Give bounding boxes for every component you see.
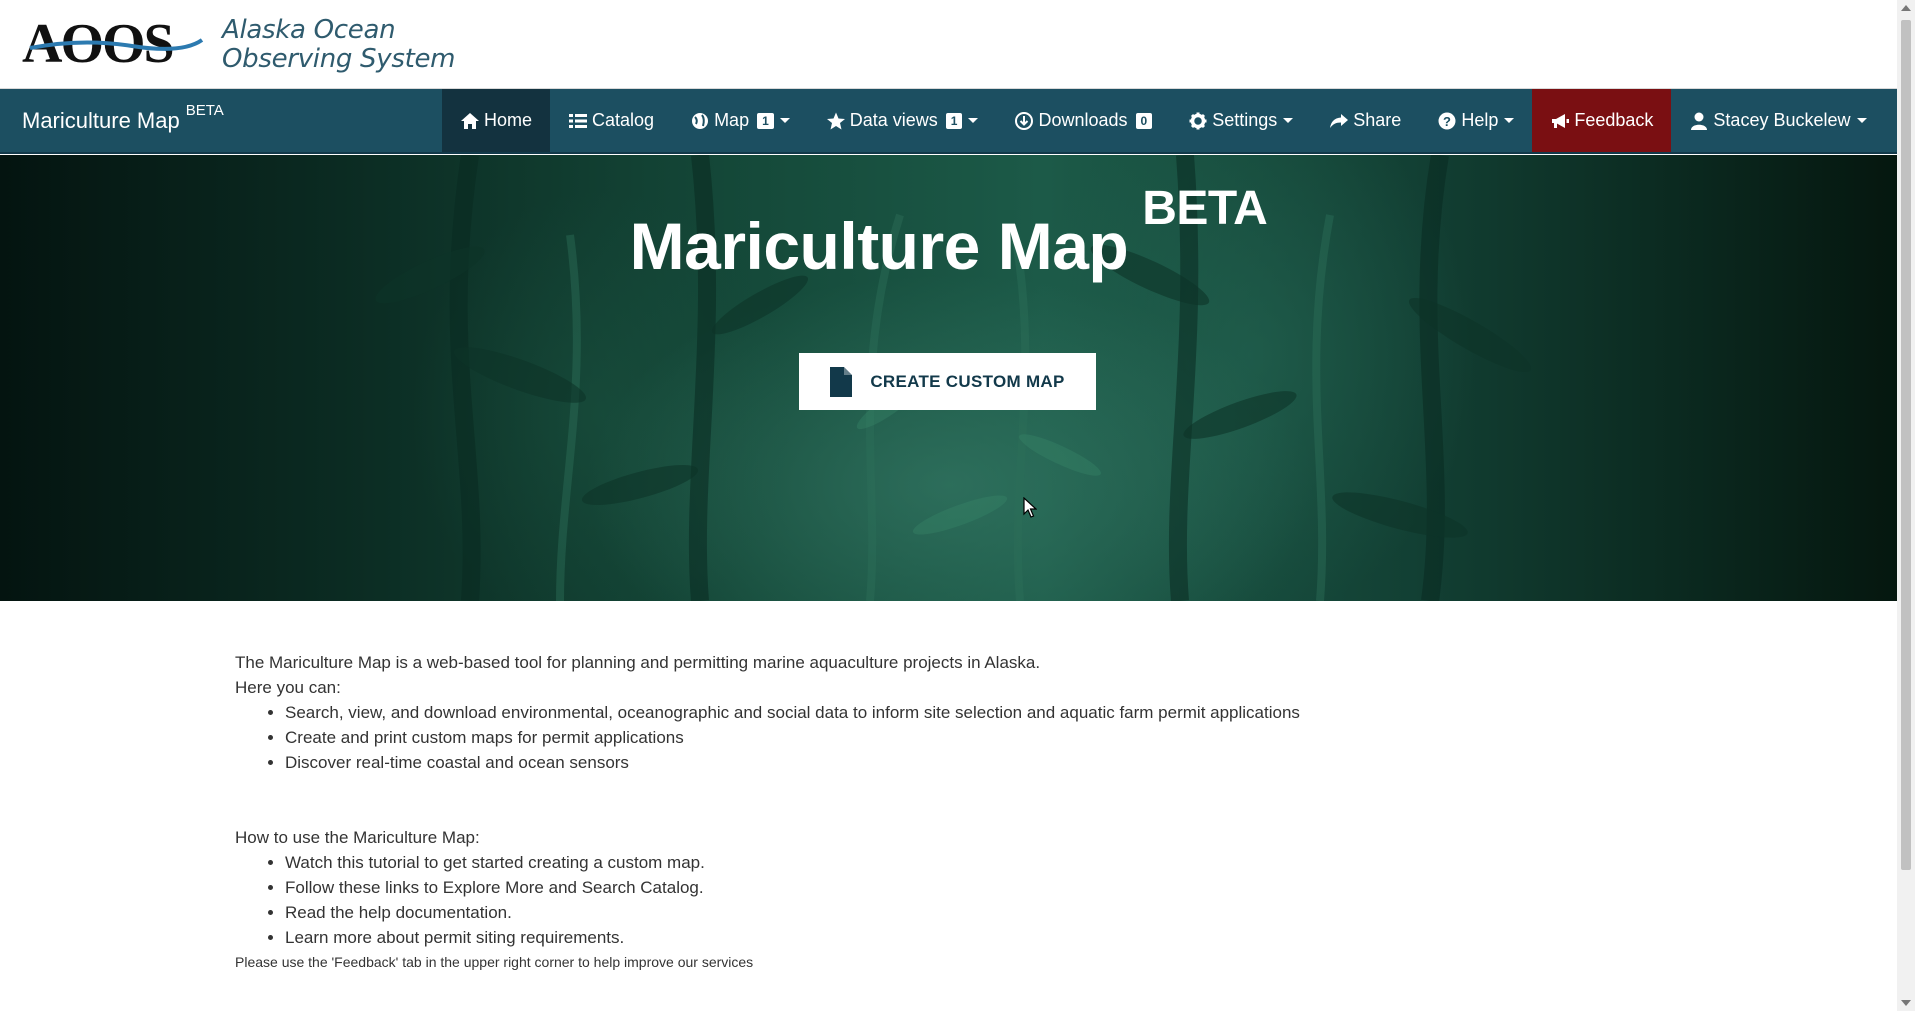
- brand-beta: BETA: [185, 102, 224, 119]
- map-count-badge: 1: [757, 112, 774, 129]
- list-item: Create and print custom maps for permit …: [285, 725, 1300, 750]
- nav-map-label: Map: [714, 110, 750, 130]
- scroll-thumb[interactable]: [1901, 20, 1911, 870]
- home-icon: [461, 112, 479, 129]
- list-item[interactable]: Watch this tutorial to get started creat…: [285, 850, 1300, 875]
- chevron-down-icon: [968, 118, 979, 123]
- hero-title-text: Mariculture Map: [629, 209, 1129, 283]
- nav-user-menu[interactable]: Stacey Buckelew: [1671, 89, 1884, 152]
- list-item[interactable]: Follow these links to Explore More and S…: [285, 875, 1300, 900]
- user-icon: [1691, 112, 1708, 130]
- scroll-up-icon[interactable]: [1901, 5, 1911, 11]
- downloads-count-badge: 0: [1135, 112, 1153, 129]
- nav-share-label: Share: [1353, 110, 1402, 130]
- data-views-count-badge: 1: [945, 112, 963, 129]
- hero-title-beta: BETA: [1142, 182, 1268, 235]
- chevron-down-icon: [1856, 118, 1867, 123]
- hero-banner: Mariculture MapBETA CREATE CUSTOM MAP: [0, 155, 1897, 601]
- download-icon: [1015, 111, 1034, 130]
- nav-help-label: Help: [1461, 110, 1499, 130]
- main-navbar: Mariculture Map BETA Home Catalog Map 1 …: [0, 89, 1897, 154]
- nav-data-views-label: Data views: [849, 110, 938, 130]
- list-item[interactable]: Read the help documentation.: [285, 900, 1300, 925]
- share-icon: [1330, 113, 1349, 128]
- gear-icon: [1189, 112, 1207, 129]
- intro-content: The Mariculture Map is a web-based tool …: [235, 650, 1300, 975]
- capabilities-list: Search, view, and download environmental…: [285, 700, 1300, 775]
- list-icon: [569, 113, 588, 128]
- nav-menu: Home Catalog Map 1 Data views 1 Download…: [442, 89, 1885, 152]
- list-item: Search, view, and download environmental…: [285, 700, 1300, 725]
- page-scrollbar[interactable]: [1897, 0, 1915, 1011]
- create-custom-map-label: CREATE CUSTOM MAP: [870, 371, 1065, 391]
- aoos-logo[interactable]: AOOS: [22, 10, 207, 74]
- site-header: AOOS Alaska Ocean Observing System: [0, 0, 1897, 89]
- nav-share[interactable]: Share: [1311, 89, 1419, 152]
- intro-text: The Mariculture Map is a web-based tool …: [235, 653, 1041, 672]
- hero-title: Mariculture MapBETA: [0, 182, 1897, 284]
- mouse-cursor-icon: [1023, 497, 1037, 518]
- nav-help[interactable]: ? Help: [1419, 89, 1532, 152]
- chevron-down-icon: [1283, 118, 1294, 123]
- globe-icon: [692, 112, 709, 129]
- chevron-down-icon: [1504, 118, 1515, 123]
- here-you-can-label: Here you can:: [235, 678, 341, 697]
- megaphone-icon: [1552, 113, 1570, 128]
- nav-feedback-label: Feedback: [1574, 110, 1654, 130]
- nav-downloads-label: Downloads: [1038, 110, 1128, 130]
- brand-title: Mariculture Map: [22, 107, 180, 133]
- nav-data-views[interactable]: Data views 1: [808, 89, 997, 152]
- navbar-brand[interactable]: Mariculture Map BETA: [22, 89, 224, 152]
- nav-downloads[interactable]: Downloads 0: [996, 89, 1170, 152]
- logo-tagline: Alaska Ocean Observing System: [222, 15, 456, 74]
- star-icon: [826, 112, 845, 129]
- nav-settings[interactable]: Settings: [1170, 89, 1311, 152]
- scroll-down-icon[interactable]: [1901, 1000, 1911, 1006]
- how-to-label: How to use the Mariculture Map:: [235, 828, 480, 847]
- nav-feedback[interactable]: Feedback: [1532, 89, 1672, 152]
- feedback-note: Please use the 'Feedback' tab in the upp…: [235, 954, 754, 970]
- nav-home[interactable]: Home: [442, 89, 551, 152]
- svg-text:?: ?: [1443, 114, 1451, 129]
- nav-catalog[interactable]: Catalog: [550, 89, 672, 152]
- create-custom-map-button[interactable]: CREATE CUSTOM MAP: [799, 353, 1096, 410]
- nav-catalog-label: Catalog: [592, 110, 655, 130]
- list-item: Discover real-time coastal and ocean sen…: [285, 750, 1300, 775]
- question-icon: ?: [1438, 112, 1456, 129]
- nav-user-label: Stacey Buckelew: [1713, 110, 1851, 130]
- file-icon: [830, 366, 853, 397]
- tagline-line1: Alaska Ocean: [222, 15, 396, 45]
- nav-settings-label: Settings: [1212, 110, 1278, 130]
- tagline-line2: Observing System: [222, 44, 456, 74]
- chevron-down-icon: [779, 118, 790, 123]
- nav-home-label: Home: [484, 110, 533, 130]
- nav-map[interactable]: Map 1: [672, 89, 808, 152]
- list-item[interactable]: Learn more about permit siting requireme…: [285, 925, 1300, 950]
- how-to-list: Watch this tutorial to get started creat…: [285, 850, 1300, 950]
